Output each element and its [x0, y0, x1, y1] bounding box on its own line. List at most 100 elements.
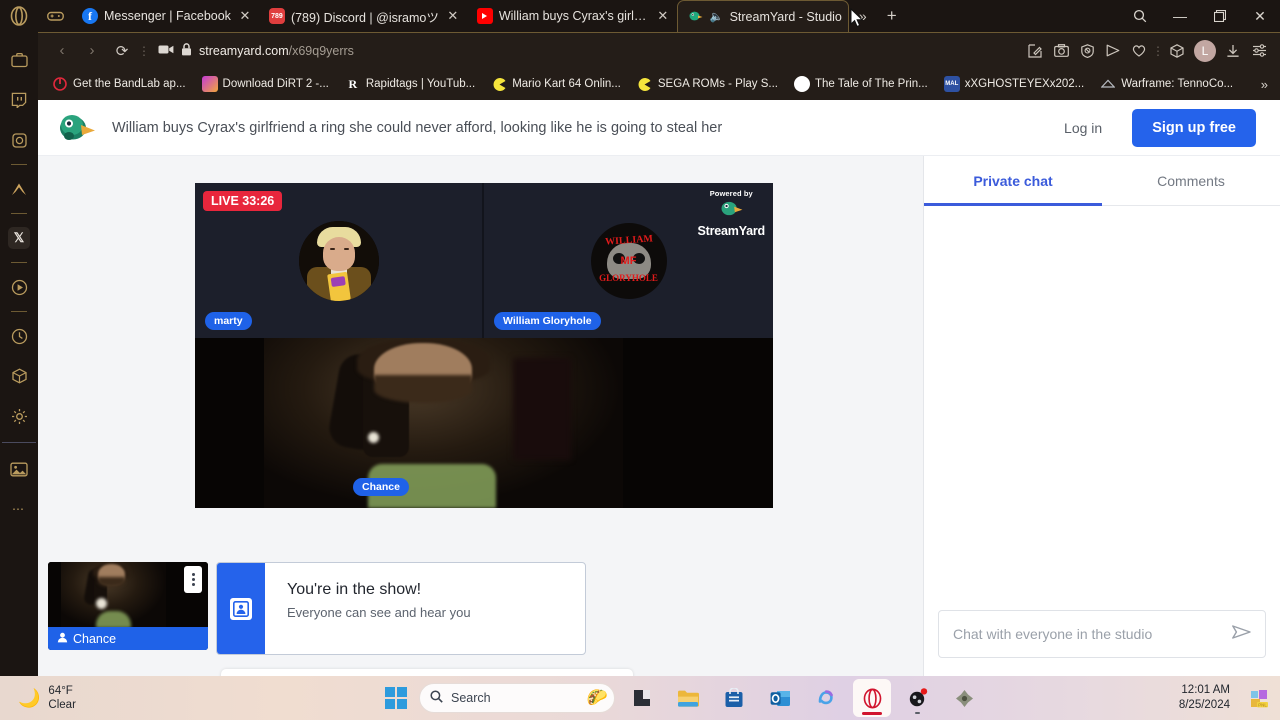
- windows-taskbar: 🌙 64°F Clear Search 🌮 12:01 AM 8/25/2024…: [0, 676, 1280, 720]
- tab-private-chat[interactable]: Private chat: [924, 156, 1102, 206]
- taskbar-app-lightshot[interactable]: [623, 679, 661, 717]
- tab-streamyard[interactable]: 🔈 StreamYard - Studio: [676, 0, 849, 32]
- bookmark-segaroms[interactable]: SEGA ROMs - Play S...: [629, 76, 786, 92]
- clock-time: 12:01 AM: [1181, 684, 1230, 697]
- address-bar[interactable]: streamyard.com/x69q9yerrs: [152, 37, 1020, 65]
- bookmark-rapidtags[interactable]: R Rapidtags | YouTub...: [337, 76, 483, 92]
- stage-top-row: LIVE 33:26 marty Powered by StreamYard W…: [195, 183, 773, 338]
- tab-youtube[interactable]: William buys Cyrax's girlfrie ✕: [467, 0, 677, 32]
- send-icon[interactable]: [1100, 37, 1126, 65]
- reload-icon[interactable]: ⟳: [108, 37, 136, 65]
- self-view-tile[interactable]: Chance: [48, 562, 208, 650]
- tray-apps-icon[interactable]: PNL: [1238, 687, 1280, 709]
- forward-button[interactable]: ›: [78, 37, 106, 65]
- brand-part-b: Yard: [738, 224, 766, 238]
- powered-by-streamyard: Powered by StreamYard: [698, 189, 766, 238]
- sidebar-item-extensions[interactable]: [0, 356, 38, 396]
- bookmark-warframe[interactable]: Warframe: TennoCo...: [1092, 76, 1241, 92]
- browser-toolbar-icons: ⋮ L: [1022, 37, 1272, 65]
- sidebar-item-aliexpress[interactable]: [0, 169, 38, 209]
- self-view-name: Chance: [48, 627, 208, 650]
- tab-audio-icon[interactable]: 🔈: [710, 10, 724, 23]
- bookmarks-overflow-button[interactable]: »: [1261, 77, 1274, 92]
- william-gloryhole-logo: WILLIAM MF GLORYHOLE: [590, 222, 667, 299]
- chat-input[interactable]: Chat with everyone in the studio: [938, 610, 1266, 658]
- camera-permission-icon[interactable]: [158, 44, 174, 58]
- login-link[interactable]: Log in: [1050, 120, 1116, 136]
- search-input[interactable]: Search 🌮: [419, 683, 615, 713]
- kebab-menu-icon[interactable]: [184, 566, 202, 593]
- tab-discord[interactable]: 789 (789) Discord | @isramoツ ✕: [259, 0, 467, 32]
- person-icon: [57, 632, 68, 646]
- heart-icon[interactable]: [1126, 37, 1152, 65]
- download-icon[interactable]: [1220, 37, 1246, 65]
- taskbar-app-microsoft-store[interactable]: [715, 679, 753, 717]
- mouse-cursor: [850, 7, 864, 28]
- adblock-shield-icon[interactable]: [1074, 37, 1100, 65]
- bookmark-dirt2[interactable]: Download DiRT 2 -...: [194, 76, 337, 92]
- sidebar-divider: [2, 442, 36, 443]
- opera-sidebar: 𝕏 ⋯: [0, 32, 38, 676]
- bookmark-myanimelist[interactable]: MAL xXGHOSTEYEXx202...: [936, 76, 1093, 92]
- close-icon[interactable]: ✕: [237, 8, 253, 24]
- new-tab-button[interactable]: +: [877, 0, 907, 32]
- taskbar-app-opera[interactable]: [853, 679, 891, 717]
- back-button[interactable]: ‹: [48, 37, 76, 65]
- sidebar-separator: [11, 164, 27, 165]
- send-icon[interactable]: [1232, 624, 1251, 644]
- sidebar-item-wallpaper[interactable]: [0, 449, 38, 489]
- taskbar-app-file-explorer[interactable]: [669, 679, 707, 717]
- sidebar-item-x[interactable]: 𝕏: [0, 218, 38, 258]
- taskbar-app-outlook[interactable]: [761, 679, 799, 717]
- bookmark-label: Warframe: TennoCo...: [1121, 78, 1234, 90]
- signup-button[interactable]: Sign up free: [1132, 108, 1256, 147]
- stage-column: LIVE 33:26 marty Powered by StreamYard W…: [38, 156, 924, 676]
- sidebar-item-history[interactable]: [0, 316, 38, 356]
- bookmark-taleofprince[interactable]: The Tale of The Prin...: [786, 76, 936, 92]
- taskbar-app-steam[interactable]: [945, 679, 983, 717]
- bookmark-mariokart64[interactable]: Mario Kart 64 Onlin...: [483, 76, 629, 92]
- close-icon[interactable]: ✕: [445, 8, 461, 24]
- taskbar-weather-widget[interactable]: 🌙 64°F Clear: [0, 684, 300, 713]
- bookmark-bandlab[interactable]: Get the BandLab ap...: [44, 76, 194, 92]
- screen: f Messenger | Facebook ✕ 789 (789) Disco…: [0, 0, 1280, 720]
- tab-title: (789) Discord | @isramoツ: [290, 10, 439, 25]
- close-button[interactable]: ✕: [1240, 0, 1280, 32]
- page-menu-icon[interactable]: ⋮: [138, 44, 150, 58]
- maximize-button[interactable]: [1200, 0, 1240, 32]
- taskbar-clock[interactable]: 12:01 AM 8/25/2024: [1068, 683, 1238, 713]
- close-icon[interactable]: ✕: [655, 8, 671, 24]
- gaming-corner-icon[interactable]: [38, 0, 72, 32]
- sidebar-item-twitch[interactable]: [0, 80, 38, 120]
- participant-name-chip: Chance: [353, 478, 409, 496]
- cube-icon[interactable]: [1164, 37, 1190, 65]
- rapidtags-icon: R: [348, 76, 358, 91]
- sidebar-item-workspace[interactable]: [0, 40, 38, 80]
- sidebar-item-messenger-pin[interactable]: [0, 120, 38, 160]
- browser-search-icon[interactable]: [1120, 0, 1160, 32]
- camera-icon[interactable]: [1048, 37, 1074, 65]
- stage-tile-marty[interactable]: LIVE 33:26 marty: [195, 183, 484, 338]
- sidebar-item-settings[interactable]: [0, 396, 38, 436]
- snapshot-edit-icon[interactable]: [1022, 37, 1048, 65]
- x-icon: 𝕏: [8, 227, 30, 249]
- windows-start-icon[interactable]: [385, 687, 407, 709]
- tab-list: f Messenger | Facebook ✕ 789 (789) Disco…: [72, 0, 1120, 32]
- stage-tile-william[interactable]: Powered by StreamYard WILLIAM MF GLORYHOLE…: [484, 183, 773, 338]
- opera-logo-icon[interactable]: [0, 0, 38, 32]
- sidebar-item-player[interactable]: [0, 267, 38, 307]
- avatar[interactable]: L: [1194, 39, 1216, 62]
- easy-setup-icon[interactable]: [1246, 37, 1272, 65]
- lock-icon[interactable]: [181, 42, 192, 59]
- stage-tile-chance[interactable]: Chance: [195, 338, 773, 508]
- tab-messenger[interactable]: f Messenger | Facebook ✕: [72, 0, 259, 32]
- sidebar-item-more[interactable]: ⋯: [0, 489, 38, 529]
- opera-browser-window: f Messenger | Facebook ✕ 789 (789) Disco…: [0, 0, 1280, 676]
- minimize-button[interactable]: —: [1160, 0, 1200, 32]
- tab-comments[interactable]: Comments: [1102, 156, 1280, 205]
- tab-title: StreamYard - Studio: [729, 9, 842, 24]
- mal-icon: MAL: [943, 76, 960, 92]
- taskbar-app-spotify[interactable]: [899, 679, 937, 717]
- taco-widget-icon[interactable]: 🌮: [587, 688, 608, 708]
- taskbar-app-copilot[interactable]: [807, 679, 845, 717]
